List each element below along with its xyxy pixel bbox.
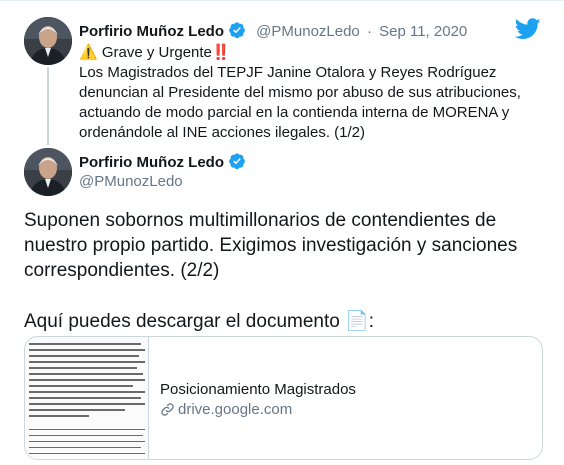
reply-line: actuando de modo parcial en la contienda…	[79, 104, 510, 121]
reply-line: denuncian al Presidente del mismo por ab…	[79, 84, 521, 101]
tweet-date[interactable]: Sep 11, 2020	[379, 23, 467, 40]
author-name[interactable]: Porfirio Muñoz Ledo	[79, 154, 224, 171]
avatar-portrait-icon	[24, 148, 72, 196]
author-handle[interactable]: @PMunozLedo	[256, 23, 360, 40]
tweet-line: Suponen sobornos multimillonarios de con…	[24, 210, 497, 231]
avatar[interactable]	[24, 17, 72, 65]
thread-connector-line	[47, 67, 49, 145]
avatar[interactable]	[24, 148, 72, 196]
link-card-title[interactable]: Posicionamiento Magistrados	[160, 380, 356, 400]
download-line: Aquí puedes descargar el documento 📄:	[24, 311, 375, 332]
reply-tweet-header: Porfirio Muñoz Ledo @PMunozLedo · Sep 11…	[79, 21, 467, 45]
tweet-line: correspondientes. (2/2)	[24, 260, 220, 281]
reply-line: ⚠️ Grave y Urgente‼️	[79, 44, 231, 61]
top-divider	[0, 0, 564, 1]
twitter-bird-icon[interactable]	[514, 18, 541, 45]
author-name[interactable]: Porfirio Muñoz Ledo	[79, 23, 224, 40]
separator-dot: ·	[366, 23, 372, 40]
document-thumbnail	[25, 337, 149, 459]
verified-badge-icon	[228, 152, 246, 176]
link-card-domain-text: drive.google.com	[178, 401, 293, 418]
main-tweet-text: Suponen sobornos multimillonarios de con…	[24, 208, 544, 334]
author-handle[interactable]: @PMunozLedo	[79, 172, 183, 192]
verified-badge-icon	[228, 21, 246, 45]
avatar-portrait-icon	[24, 17, 72, 65]
reply-tweet-text: ⚠️ Grave y Urgente‼️ Los Magistrados del…	[79, 43, 549, 143]
link-card-domain: drive.google.com	[160, 400, 292, 423]
tweet-line: nuestro propio partido. Exigimos investi…	[24, 235, 518, 256]
link-preview-card[interactable]: Posicionamiento Magistrados drive.google…	[24, 336, 543, 460]
reply-line: ordenándole al INE acciones ilegales. (1…	[79, 124, 366, 141]
reply-line: Los Magistrados del TEPJF Janine Otalora…	[79, 64, 497, 81]
tweet-embed-card: Porfirio Muñoz Ledo @PMunozLedo · Sep 11…	[0, 0, 564, 465]
link-icon	[160, 402, 175, 423]
